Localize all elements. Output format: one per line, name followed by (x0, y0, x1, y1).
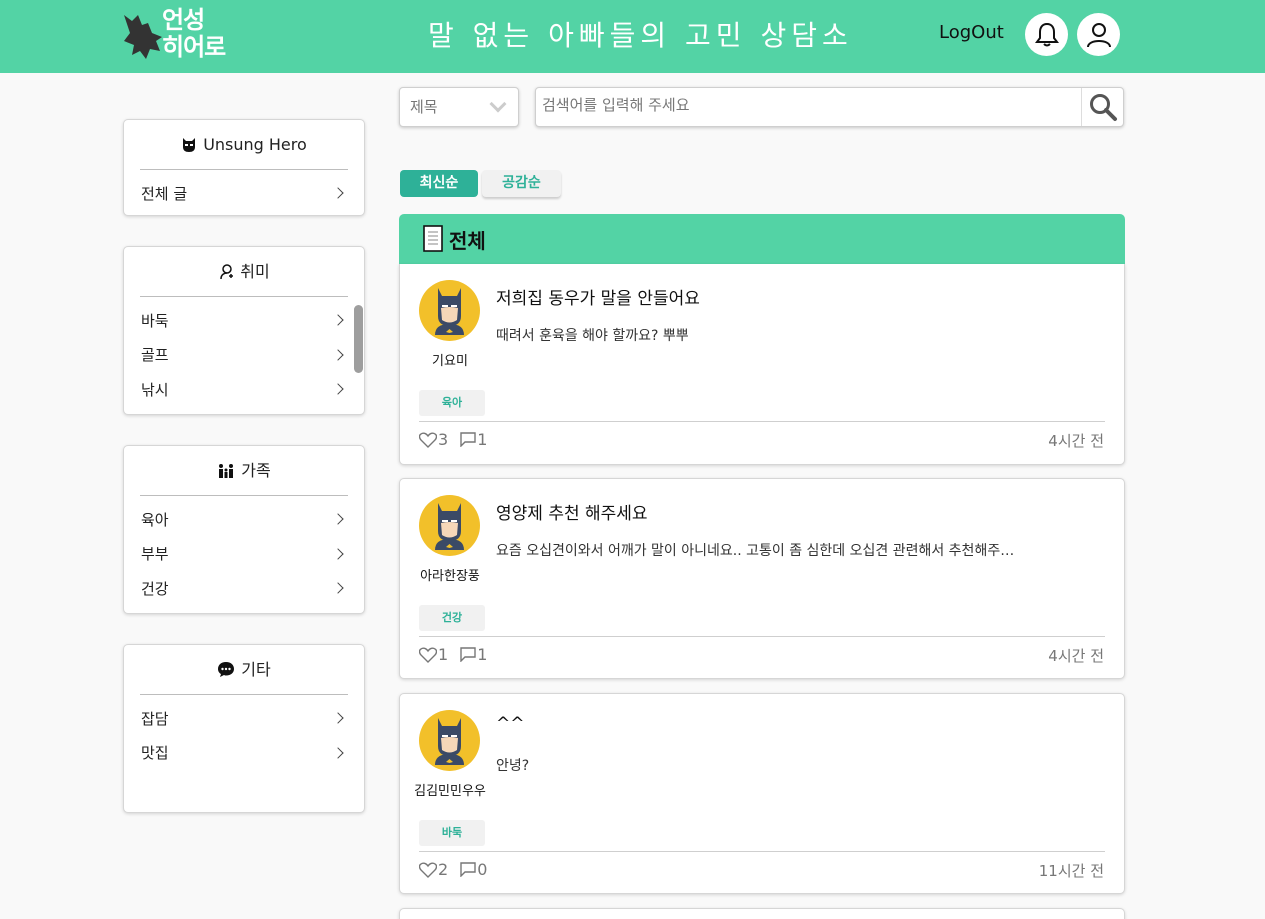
sidebar-item-parenting[interactable]: 육아 (124, 502, 364, 537)
sidebar-item-all-posts[interactable]: 전체 글 (124, 176, 364, 211)
sidebar-item-health[interactable]: 건강 (124, 571, 364, 606)
sidebar-main-card: Unsung Hero 전체 글 (123, 119, 365, 216)
like-count[interactable]: 2 (419, 860, 448, 879)
sidebar-family-card: 가족 육아 부부 건강 (123, 445, 365, 614)
comment-icon (460, 862, 476, 877)
sidebar-item-golf[interactable]: 골프 (124, 338, 364, 373)
post-body: 안녕? (496, 758, 530, 774)
chat-bubble-icon (218, 662, 235, 677)
profile-button[interactable] (1077, 13, 1120, 56)
comment-icon (460, 647, 476, 662)
batman-avatar-icon (419, 280, 480, 341)
sidebar-main-title: Unsung Hero (203, 134, 307, 154)
logo-line-1: 언성 (162, 6, 205, 34)
chevron-right-icon (332, 513, 344, 525)
sidebar-etc-card: 기타 잡담 맛집 (123, 644, 365, 813)
comment-count[interactable]: 0 (460, 860, 487, 879)
user-icon (1086, 22, 1111, 47)
search-icon (1089, 94, 1117, 121)
sidebar-item-couple[interactable]: 부부 (124, 537, 364, 572)
comment-count[interactable]: 1 (460, 430, 487, 449)
post-author[interactable]: 김김민민우우 (400, 780, 500, 799)
comment-count[interactable]: 1 (460, 645, 487, 664)
notification-button[interactable] (1025, 13, 1068, 56)
chevron-right-icon (332, 314, 344, 326)
sidebar-hobby-card: 취미 바둑 골프 낚시 (123, 246, 365, 415)
post-author[interactable]: 기요미 (400, 350, 500, 369)
post-author[interactable]: 아라한장풍 (400, 565, 500, 584)
post-body: 때려서 훈육을 해야 할까요? 뿌뿌 (496, 328, 689, 344)
board-header: 전체 (399, 214, 1125, 264)
post-divider (419, 851, 1105, 852)
comment-icon (460, 432, 476, 447)
family-icon (219, 463, 234, 478)
chevron-right-icon (332, 548, 344, 560)
post-title[interactable]: ^^ (496, 714, 525, 734)
post-card[interactable]: 김김민민우우 ^^ 안녕? 바둑 2 0 11시간 전 (399, 693, 1125, 894)
post-time: 4시간 전 (1048, 432, 1104, 450)
post-tag[interactable]: 육아 (419, 390, 485, 416)
site-logo[interactable]: 언성 히어로 (122, 7, 242, 67)
search-type-select[interactable]: 제목 (399, 87, 519, 127)
top-header: 언성 히어로 말 없는 아빠들의 고민 상담소 LogOut (0, 0, 1265, 73)
chevron-right-icon (332, 383, 344, 395)
search-input[interactable] (542, 96, 1072, 114)
sidebar-scrollbar[interactable] (354, 305, 363, 373)
hobby-icon (220, 263, 234, 279)
post-title[interactable]: 영양제 추천 해주세요 (496, 499, 648, 524)
heart-icon (419, 861, 437, 878)
chevron-right-icon (332, 712, 344, 724)
logo-line-2: 히어로 (162, 33, 226, 61)
search-button[interactable] (1081, 88, 1123, 126)
post-title[interactable]: 저희집 동우가 말을 안들어요 (496, 284, 700, 309)
like-count[interactable]: 3 (419, 430, 448, 449)
post-card-partial[interactable] (399, 908, 1125, 919)
post-tag[interactable]: 바둑 (419, 820, 485, 846)
chevron-right-icon (332, 747, 344, 759)
sidebar-item-chat[interactable]: 잡담 (124, 701, 364, 736)
sort-empathy-tab[interactable]: 공감순 (482, 170, 561, 197)
search-bar (535, 87, 1124, 127)
heart-icon (419, 431, 437, 448)
sidebar-item-restaurants[interactable]: 맛집 (124, 736, 364, 771)
sidebar-item-baduk[interactable]: 바둑 (124, 303, 364, 338)
heart-icon (419, 646, 437, 663)
post-time: 4시간 전 (1048, 647, 1104, 665)
post-divider (419, 636, 1105, 637)
board-title: 전체 (449, 228, 486, 253)
post-divider (419, 421, 1105, 422)
logout-link[interactable]: LogOut (939, 22, 1004, 43)
site-title: 말 없는 아빠들의 고민 상담소 (428, 19, 853, 52)
chevron-right-icon (332, 349, 344, 361)
bell-icon (1034, 22, 1059, 46)
batman-avatar-icon (419, 495, 480, 556)
post-card[interactable]: 아라한장풍 영양제 추천 해주세요 요즘 오십견이와서 어깨가 말이 아니네요.… (399, 478, 1125, 679)
post-tag[interactable]: 건강 (419, 605, 485, 631)
bat-icon (124, 15, 162, 59)
sort-latest-tab[interactable]: 최신순 (400, 170, 478, 197)
batman-mask-icon (183, 137, 196, 152)
sidebar-item-fishing[interactable]: 낚시 (124, 372, 364, 407)
like-count[interactable]: 1 (419, 645, 448, 664)
document-icon (423, 225, 443, 252)
chevron-right-icon (332, 582, 344, 594)
batman-avatar-icon (419, 710, 480, 771)
post-time: 11시간 전 (1038, 862, 1104, 880)
chevron-right-icon (332, 187, 344, 199)
post-card[interactable]: 기요미 저희집 동우가 말을 안들어요 때려서 훈육을 해야 할까요? 뿌뿌 육… (399, 264, 1125, 465)
sidebar-etc-title: 기타 (241, 659, 271, 679)
post-body: 요즘 오십견이와서 어깨가 말이 아니네요.. 고통이 좀 심한데 오십견 관련… (496, 543, 1015, 559)
sidebar-family-title: 가족 (241, 460, 271, 480)
sidebar-hobby-title: 취미 (240, 261, 270, 281)
chevron-down-icon (489, 95, 507, 113)
